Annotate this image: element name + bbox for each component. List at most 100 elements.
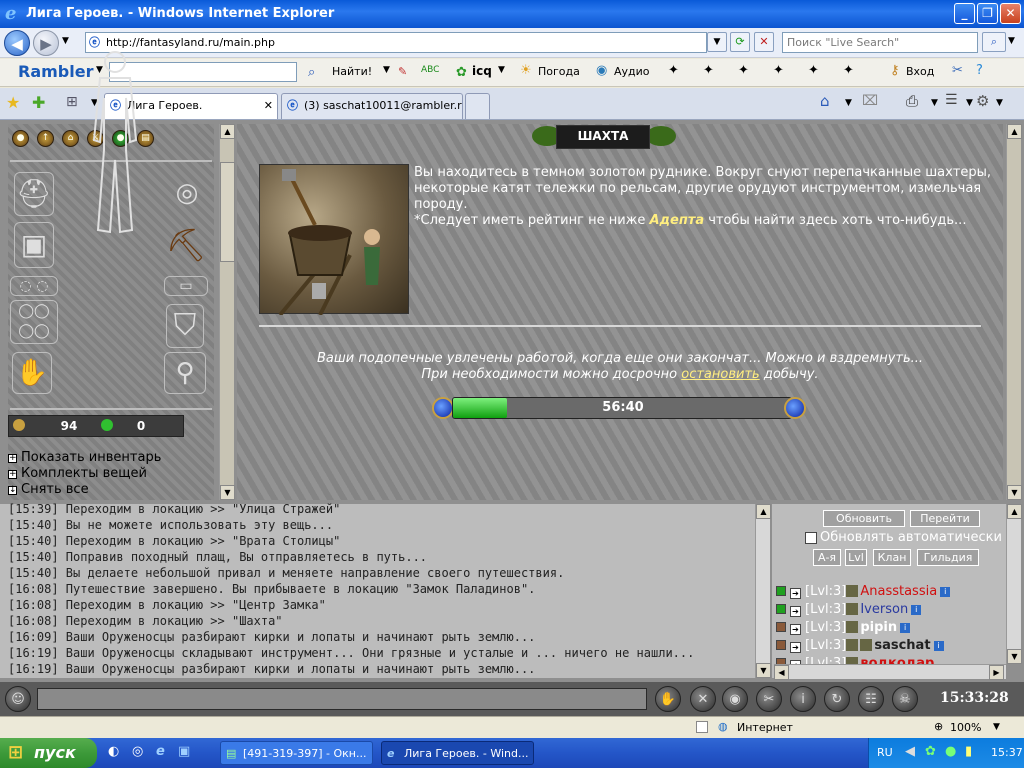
toolbar-icon-6[interactable]: ✦ xyxy=(843,63,854,78)
scroll-down-arrow[interactable]: ▼ xyxy=(1007,649,1022,664)
tools-dropdown-icon[interactable]: ▼ xyxy=(996,98,1003,108)
stop-button[interactable]: ✕ xyxy=(754,32,774,52)
player-arrow-icon[interactable]: ➔ xyxy=(790,588,801,599)
find-options-icon[interactable]: ▼ xyxy=(383,65,390,75)
back-button[interactable]: ◀ xyxy=(4,30,30,56)
helmet-slot[interactable]: ⛑ xyxy=(14,172,54,216)
people-icon[interactable]: ☷ xyxy=(858,686,884,712)
player-arrow-icon[interactable]: ➔ xyxy=(790,606,801,617)
search-options-icon[interactable]: ▼ xyxy=(1008,36,1015,46)
tab-rambler-mail[interactable]: ⓔ (3) saschat10011@rambler.ru xyxy=(281,93,463,119)
player-row[interactable]: ➔ [Lvl:3] saschat i xyxy=(776,638,944,653)
sort-az-button[interactable]: А-я xyxy=(813,549,841,566)
player-name[interactable]: saschat xyxy=(874,638,930,653)
rings-slot[interactable]: ◯◯ ◯◯ xyxy=(10,300,58,344)
icq-button[interactable]: icq xyxy=(472,64,492,78)
tray-back-icon[interactable]: ◀ xyxy=(905,744,915,759)
highlight-icon[interactable]: ✎ xyxy=(398,65,407,78)
player-row[interactable]: ➔ [Lvl:3] Iverson i xyxy=(776,602,922,617)
url-field[interactable]: ⓔ http://fantasyland.ru/main.php xyxy=(85,32,707,53)
chat-log-scrollbar[interactable]: ▲ ▼ xyxy=(755,504,771,678)
gold-icon[interactable]: ● xyxy=(12,130,29,147)
hand-icon[interactable]: ✋ xyxy=(655,686,681,712)
spellcheck-icon[interactable]: ABC xyxy=(421,65,439,75)
taskbar-item-1[interactable]: ▤ [491-319-397] - Окн... xyxy=(220,741,373,765)
refresh-button[interactable]: ⟳ xyxy=(730,32,750,52)
scroll-down-arrow[interactable]: ▼ xyxy=(756,663,771,678)
player-name[interactable]: Iverson xyxy=(860,602,908,617)
clear-chat-icon[interactable]: ✕ xyxy=(690,686,716,712)
item-sets-link[interactable]: + Комплекты вещей xyxy=(8,466,147,481)
chat-input[interactable] xyxy=(37,688,647,710)
remove-all-link[interactable]: ↓ Снять все xyxy=(8,482,89,497)
main-panel-scrollbar[interactable]: ▲ ▼ xyxy=(1006,124,1022,500)
player-name[interactable]: водкодар xyxy=(860,656,934,664)
player-name[interactable]: Anasstassia xyxy=(860,584,937,599)
start-button[interactable]: ⊞ пуск xyxy=(0,738,97,768)
goto-button[interactable]: Перейти xyxy=(910,510,980,527)
history-dropdown-icon[interactable]: ▼ xyxy=(62,36,69,46)
scroll-up-arrow[interactable]: ▲ xyxy=(1007,504,1022,519)
arrow-up-icon[interactable]: ↑ xyxy=(37,130,54,147)
scroll-up-arrow[interactable]: ▲ xyxy=(220,124,235,139)
audio-button[interactable]: Аудио xyxy=(614,65,650,78)
player-info-icon[interactable]: i xyxy=(940,587,951,597)
player-row[interactable]: ➔ [Lvl:3] pipin i xyxy=(776,620,911,635)
player-row[interactable]: ➔[Lvl:3]водкодар xyxy=(776,656,934,664)
print-icon[interactable]: ⎙ xyxy=(906,92,918,110)
player-arrow-icon[interactable]: ➔ xyxy=(790,642,801,653)
zoom-level[interactable]: 100% xyxy=(950,721,981,734)
smiley-icon[interactable]: ☺ xyxy=(5,686,31,712)
player-row[interactable]: ➔ [Lvl:3] Anasstassia i xyxy=(776,584,951,599)
home-icon[interactable]: ⌂ xyxy=(820,92,830,110)
show-inventory-link[interactable]: + Показать инвентарь xyxy=(8,450,161,465)
weather-button[interactable]: Погода xyxy=(538,65,580,78)
tray-flag-icon[interactable]: ▮ xyxy=(965,744,972,759)
player-info-icon[interactable]: i xyxy=(911,605,922,615)
window-titlebar[interactable]: e Лига Героев. - Windows Internet Explor… xyxy=(0,0,1024,28)
tray-icon-2[interactable]: ● xyxy=(945,744,956,759)
home-dropdown-icon[interactable]: ▼ xyxy=(845,98,852,108)
quicklaunch-icon-2[interactable]: ◎ xyxy=(132,744,143,759)
toolbar-icon-2[interactable]: ✦ xyxy=(703,63,714,78)
refresh-list-button[interactable]: Обновить xyxy=(823,510,905,527)
login-button[interactable]: Вход xyxy=(906,65,934,78)
close-button[interactable]: ✕ xyxy=(1000,3,1021,24)
search-icon[interactable]: ⌕ xyxy=(982,32,1006,52)
quick-tabs-icon[interactable]: ⊞ xyxy=(66,94,78,110)
player-info-icon[interactable]: i xyxy=(900,623,911,633)
tools-icon[interactable]: ✂ xyxy=(756,686,782,712)
tab-close-icon[interactable]: ✕ xyxy=(264,94,273,118)
pickaxe-weapon-slot[interactable]: ⛏ xyxy=(164,222,208,270)
left-panel-scrollbar[interactable]: ▲ ▼ xyxy=(219,124,235,500)
sort-clan-button[interactable]: Клан xyxy=(873,549,911,566)
find-button[interactable]: Найти! xyxy=(332,65,372,78)
shield-slot[interactable]: ⛉ xyxy=(166,304,204,348)
page-menu-dropdown-icon[interactable]: ▼ xyxy=(966,98,973,108)
forward-button[interactable]: ▶ xyxy=(33,30,59,56)
zoom-dropdown-icon[interactable]: ▼ xyxy=(993,722,1000,732)
add-favorite-icon[interactable]: ✚ xyxy=(32,93,45,112)
print-dropdown-icon[interactable]: ▼ xyxy=(931,98,938,108)
quicklaunch-icon-4[interactable]: ▣ xyxy=(178,744,190,759)
scroll-right-arrow[interactable]: ▶ xyxy=(989,665,1004,680)
refresh-chat-icon[interactable]: ↻ xyxy=(824,686,850,712)
scroll-down-arrow[interactable]: ▼ xyxy=(1007,485,1022,500)
armor-slot[interactable]: ▣ xyxy=(14,222,54,268)
amulet-slot[interactable]: ◎ xyxy=(168,172,206,216)
castle-icon[interactable]: ⌂ xyxy=(62,130,79,147)
search-input[interactable]: Поиск "Live Search" xyxy=(782,32,978,53)
quicklaunch-ie-icon[interactable]: e xyxy=(156,744,165,759)
stop-mining-link[interactable]: остановить xyxy=(681,367,759,382)
maximize-button[interactable]: ❐ xyxy=(977,3,998,24)
bracers-slot[interactable]: ◌ ◌ xyxy=(10,276,58,296)
language-indicator[interactable]: RU xyxy=(877,746,893,759)
new-tab-button[interactable] xyxy=(465,93,490,119)
auto-refresh-checkbox[interactable] xyxy=(805,532,817,544)
eye-icon[interactable]: ◉ xyxy=(722,686,748,712)
scroll-down-arrow[interactable]: ▼ xyxy=(220,485,235,500)
toolbar-icon-1[interactable]: ✦ xyxy=(668,63,679,78)
taskbar-item-2[interactable]: e Лига Героев. - Wind... xyxy=(381,741,534,765)
toolbar-icon-3[interactable]: ✦ xyxy=(738,63,749,78)
minimize-button[interactable]: _ xyxy=(954,3,975,24)
